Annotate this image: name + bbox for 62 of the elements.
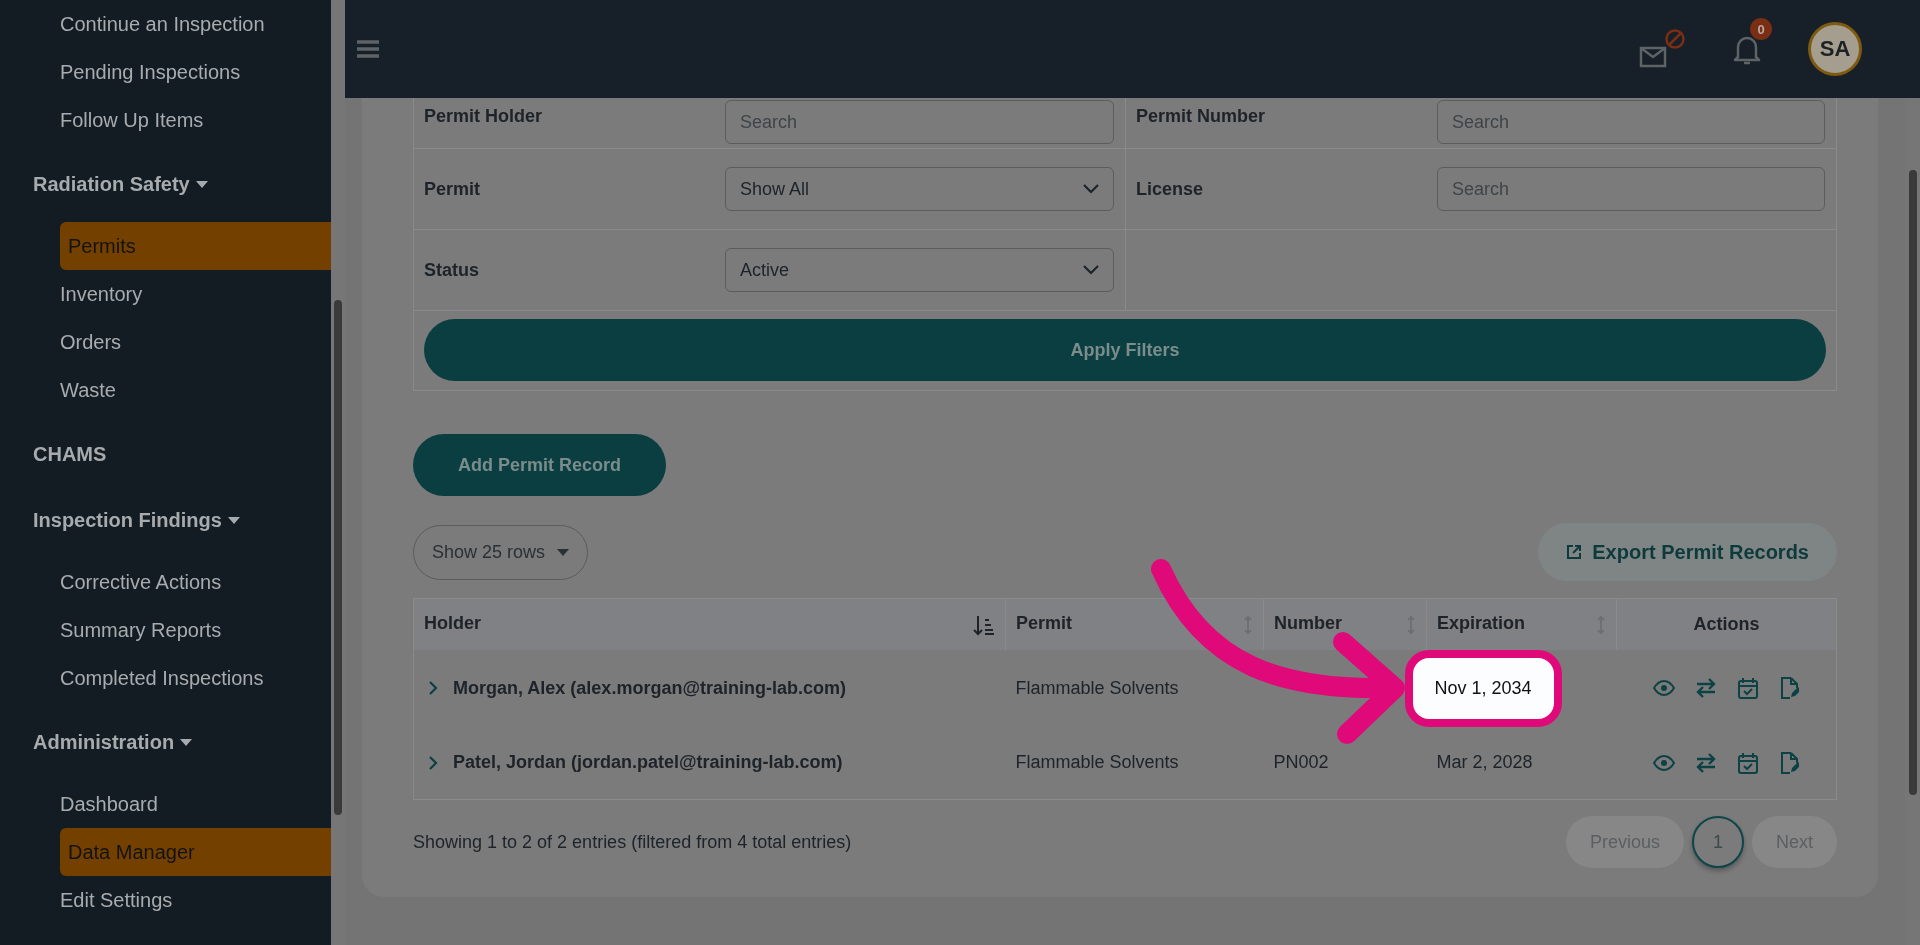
caret-icon — [557, 548, 570, 556]
calendar-check-icon[interactable] — [1737, 677, 1760, 699]
eye-icon[interactable] — [1653, 754, 1676, 771]
add-permit-record-button[interactable]: Add Permit Record — [413, 434, 667, 496]
sidebar-item[interactable]: Corrective Actions — [60, 558, 331, 606]
chevron-down-icon — [1083, 265, 1099, 275]
sidebar-item[interactable]: Continue an Inspection — [60, 0, 331, 48]
dropdown[interactable]: Show All — [725, 167, 1114, 211]
scrollbar-thumb[interactable] — [1909, 170, 1917, 795]
rows-per-page-dropdown[interactable]: Show 25 rows — [413, 524, 589, 580]
search-field[interactable]: Search — [1437, 100, 1825, 144]
table-cell: Flammable Solvents — [1015, 752, 1179, 773]
sidebar-item[interactable]: Follow Up Items — [60, 96, 331, 144]
eye-icon[interactable] — [1653, 680, 1676, 696]
search-field[interactable]: Search — [1437, 167, 1825, 211]
sidebar-section-title[interactable]: CHAMS — [0, 428, 331, 480]
table-cell: Flammable Solvents — [1015, 677, 1179, 698]
holder-name: Patel, Jordan (jordan.patel@training-lab.com) — [453, 752, 843, 774]
menu-icon[interactable] — [357, 40, 379, 58]
sidebar-section-title[interactable]: Administration — [0, 716, 331, 768]
sidebar-item[interactable]: Dashboard — [60, 780, 331, 828]
sidebar-section-title[interactable]: Inspection Findings — [0, 494, 331, 546]
column-header[interactable]: Holder — [413, 598, 1006, 650]
sidebar-item[interactable]: Completed Inspections — [60, 654, 331, 702]
export-icon — [1566, 544, 1583, 560]
expand-chevron-icon[interactable] — [428, 754, 438, 771]
column-header[interactable]: Expiration — [1426, 598, 1617, 650]
user-avatar[interactable]: SA — [1808, 22, 1862, 76]
scrollbar-thumb[interactable] — [334, 300, 342, 815]
sidebar-section-title[interactable]: Radiation Safety — [0, 158, 331, 210]
column-header: Actions — [1616, 598, 1837, 650]
field-label: License — [1135, 178, 1205, 200]
sidebar-item[interactable]: Waste — [60, 366, 331, 414]
highlighted-date: Nov 1, 2034 — [1404, 649, 1562, 727]
holder-name: Morgan, Alex (alex.morgan@training-lab.com) — [453, 677, 846, 699]
column-header[interactable]: Permit — [1005, 598, 1264, 650]
mail-icon[interactable] — [1638, 28, 1686, 70]
notification-badge: 0 — [1750, 18, 1772, 40]
dropdown[interactable]: Active — [725, 248, 1114, 292]
export-button[interactable]: Export Permit Records — [1538, 523, 1837, 581]
document-edit-icon[interactable] — [1779, 677, 1800, 699]
table-cell: PN002 — [1273, 752, 1329, 773]
sidebar-item[interactable]: Orders — [60, 318, 331, 366]
chevron-down-icon — [1083, 184, 1099, 194]
column-header[interactable]: Number — [1263, 598, 1427, 650]
swap-arrows-icon[interactable] — [1695, 752, 1718, 773]
apply-filters-button[interactable]: Apply Filters — [424, 319, 1826, 381]
swap-arrows-icon[interactable] — [1695, 678, 1718, 698]
document-edit-icon[interactable] — [1779, 751, 1800, 774]
sidebar-item[interactable]: Summary Reports — [60, 606, 331, 654]
calendar-check-icon[interactable] — [1737, 751, 1760, 774]
sidebar-item[interactable]: Inventory — [60, 270, 331, 318]
field-label: Status — [423, 259, 480, 281]
field-label: Permit Number — [1135, 105, 1267, 127]
field-label: Permit Holder — [423, 105, 544, 127]
entries-info: Showing 1 to 2 of 2 entries (filtered from 4 total entries) — [413, 831, 852, 853]
table-cell: Mar 2, 2028 — [1436, 752, 1533, 774]
sidebar-item[interactable]: Edit Settings — [60, 876, 331, 924]
search-field[interactable]: Search — [725, 100, 1114, 144]
field-label: Permit — [423, 178, 482, 200]
sidebar-item[interactable]: Pending Inspections — [60, 48, 331, 96]
expand-chevron-icon[interactable] — [428, 680, 438, 696]
